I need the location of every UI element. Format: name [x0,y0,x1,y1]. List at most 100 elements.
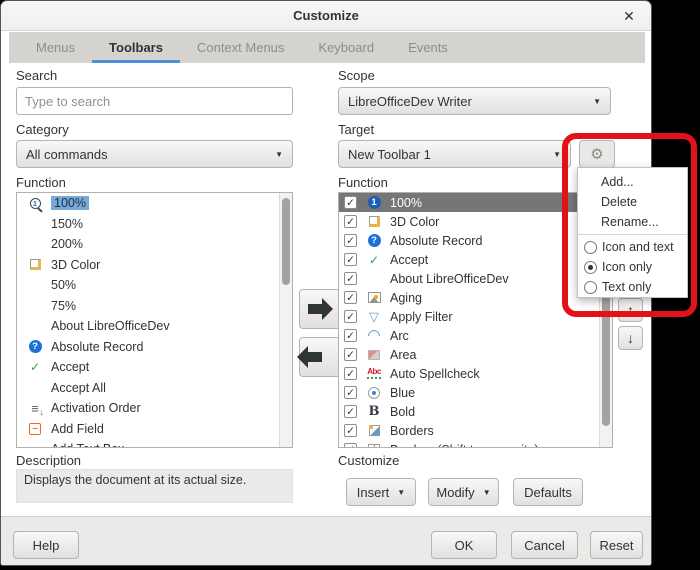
menu-radio-text-only[interactable]: Text only [578,277,687,297]
checkbox-checked[interactable]: ✓ [344,329,357,342]
checkbox-checked[interactable]: ✓ [344,272,357,285]
toolbar-item-row[interactable]: ✓ About LibreOfficeDev [339,269,599,288]
radio-label: Icon only [602,260,653,274]
left-scrollbar-thumb[interactable] [282,198,290,285]
toolbar-item-row[interactable]: ✓ ✓ Accept [339,250,599,269]
chevron-down-icon: ▼ [397,487,406,497]
no-icon [25,298,45,313]
add-to-toolbar-button[interactable] [299,289,341,329]
menu-separator [578,234,687,235]
list-item[interactable]: 50% [17,275,279,296]
scope-dropdown[interactable]: LibreOfficeDev Writer ▼ [338,87,611,115]
tab-events[interactable]: Events [391,32,465,63]
menu-radio-icon-only[interactable]: Icon only [578,257,687,277]
list-item[interactable]: 3D Color [17,255,279,276]
funnel-icon: ▽ [369,309,379,324]
insert-label: Insert [356,484,390,500]
toolbar-item-row[interactable]: ✓ Abc Auto Spellcheck [339,364,599,383]
toolbar-item-row[interactable]: ✓ Borders [339,421,599,440]
list-item-label: About LibreOfficeDev [51,319,170,334]
radio-label: Text only [602,280,652,294]
category-dropdown[interactable]: All commands ▼ [16,140,293,168]
toolbar-item-label: Blue [390,385,416,400]
list-item-label: Accept All [51,380,106,395]
defaults-label: Defaults [524,484,572,500]
toolbar-item-row[interactable]: ✓? Absolute Record [339,231,599,250]
list-item-label: 100% [51,196,89,211]
list-item[interactable]: ✓ Accept [17,357,279,378]
checkbox-checked[interactable]: ✓ [344,386,357,399]
help-button[interactable]: Help [13,531,79,559]
modify-dropdown-button[interactable]: Modify ▼ [428,478,499,506]
checkbox-checked[interactable]: ✓ [344,234,357,247]
tab-keyboard[interactable]: Keyboard [301,32,391,63]
menu-item-rename[interactable]: Rename... [578,212,687,232]
arrow-right-icon [307,298,333,320]
list-item[interactable]: About LibreOfficeDev [17,316,279,337]
category-value: All commands [26,146,108,162]
toolbar-item-row[interactable]: ✓ 3D Color [339,212,599,231]
ok-button[interactable]: OK [431,531,497,559]
toolbar-item-row[interactable]: ✓ ▽ Apply Filter [339,307,599,326]
insert-dropdown-button[interactable]: Insert ▼ [346,478,416,506]
target-value: New Toolbar 1 [348,146,431,162]
function-label-right: Function [338,175,388,190]
title-bar[interactable]: Customize ✕ [1,1,651,31]
menu-item-add[interactable]: Add... [578,172,687,192]
search-input[interactable] [16,87,293,115]
toolbar-item-label: Aging [390,290,422,305]
no-icon [25,237,45,252]
checkbox-checked[interactable]: ✓ [344,291,357,304]
tab-toolbars[interactable]: Toolbars [92,32,180,63]
close-icon[interactable]: ✕ [619,6,639,26]
list-item[interactable]: 75% [17,296,279,317]
move-down-button[interactable]: ↓ [618,326,643,350]
list-item[interactable]: ≡ ↓ Activation Order [17,398,279,419]
3d-color-icon [25,257,45,272]
check-icon: ✓ [29,360,41,375]
checkbox-checked[interactable]: ✓ [344,196,357,209]
checkbox-checked[interactable]: ✓ [344,405,357,418]
list-item[interactable]: ‒ Add Field [17,419,279,440]
cancel-button[interactable]: Cancel [511,531,578,559]
list-item[interactable]: Add Text Box [17,439,279,447]
toolbar-item-row[interactable]: ✓ 1 100% [339,193,599,212]
list-item[interactable]: Accept All [17,378,279,399]
list-item[interactable]: 1 100% [17,193,279,214]
toolbar-item-row[interactable]: ✓ Area [339,345,599,364]
target-dropdown[interactable]: New Toolbar 1 ▼ [338,140,571,168]
move-up-button[interactable]: ↑ [618,298,643,322]
tab-menus[interactable]: Menus [19,32,92,63]
list-item-label: 50% [51,278,77,293]
toolbar-item-row[interactable]: ✓ Borders (Shift to overwrite) [339,440,599,447]
toolbar-gear-menu-button[interactable]: ⚙ [579,140,615,168]
function-label-left: Function [16,175,66,190]
defaults-button[interactable]: Defaults [513,478,583,506]
remove-from-toolbar-button[interactable] [299,337,341,377]
spellcheck-icon: Abc [364,366,384,381]
checkbox-checked[interactable]: ✓ [344,253,357,266]
checkbox-checked[interactable]: ✓ [344,348,357,361]
checkbox-checked[interactable]: ✓ [344,310,357,323]
chevron-down-icon: ▼ [482,487,491,497]
tab-context-menus[interactable]: Context Menus [180,32,301,63]
list-item[interactable]: ? Absolute Record [17,337,279,358]
toolbar-item-row[interactable]: ✓ Aging [339,288,599,307]
toolbar-item-row[interactable]: ✓ Arc [339,326,599,345]
checkbox-checked[interactable]: ✓ [344,215,357,228]
toolbar-item-row[interactable]: ✓ B Bold [339,402,599,421]
list-item[interactable]: 200% [17,234,279,255]
menu-radio-icon-and-text[interactable]: Icon and text [578,237,687,257]
chevron-down-icon: ▼ [553,149,561,159]
menu-item-delete[interactable]: Delete [578,192,687,212]
toolbar-item-row[interactable]: ✓ Blue [339,383,599,402]
left-list-scrollbar[interactable] [279,193,292,447]
checkbox-checked[interactable]: ✓ [344,443,357,447]
checkbox-checked[interactable]: ✓ [344,367,357,380]
reset-button[interactable]: Reset [590,531,643,559]
list-item[interactable]: 150% [17,214,279,235]
target-label: Target [338,122,375,137]
reset-label: Reset [599,537,634,553]
checkbox-checked[interactable]: ✓ [344,424,357,437]
image-icon [364,290,384,305]
